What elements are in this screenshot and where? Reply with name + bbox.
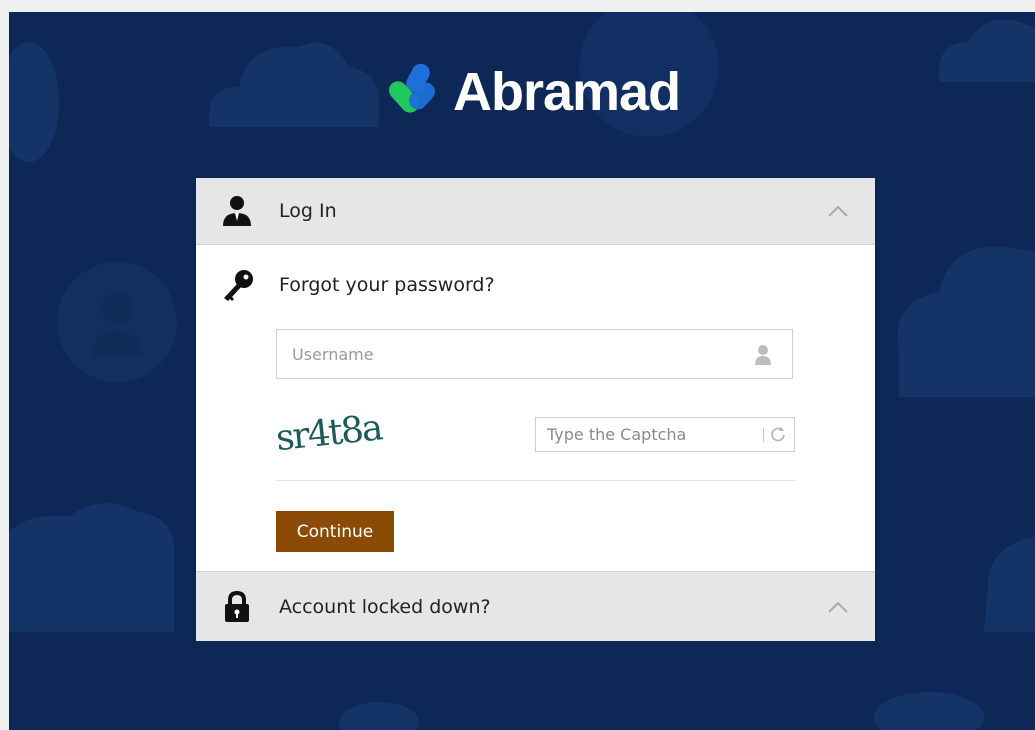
brand-name: Abramad [453,62,681,122]
forgot-password-row: Forgot your password? [196,268,875,308]
user-field-icon [755,345,771,365]
forgot-password-title: Forgot your password? [279,274,495,296]
chevron-up-icon[interactable] [827,600,849,614]
login-panel: Log In Forgot your password? sr4t8a [196,178,875,641]
captcha-input[interactable] [536,418,758,451]
chevron-up-icon[interactable] [827,204,849,218]
accordion-header-login[interactable]: Log In [196,178,875,245]
accordion-header-account-locked[interactable]: Account locked down? [196,571,875,641]
captcha-field [535,417,795,452]
user-icon [223,196,251,226]
abramad-logo-icon [388,63,436,113]
svg-text:sr4t8a: sr4t8a [276,407,385,459]
captcha-separator [763,428,764,442]
brand-logo: Abramad [381,52,681,132]
form-divider [276,480,795,481]
continue-button[interactable]: Continue [276,511,394,552]
captcha-image: sr4t8a [276,407,385,459]
username-input[interactable] [277,330,737,378]
key-icon [224,270,253,301]
refresh-icon[interactable] [770,426,786,442]
account-locked-title: Account locked down? [279,595,491,618]
username-field [276,329,793,379]
lock-icon [225,590,249,622]
login-section-title: Log In [279,200,337,222]
